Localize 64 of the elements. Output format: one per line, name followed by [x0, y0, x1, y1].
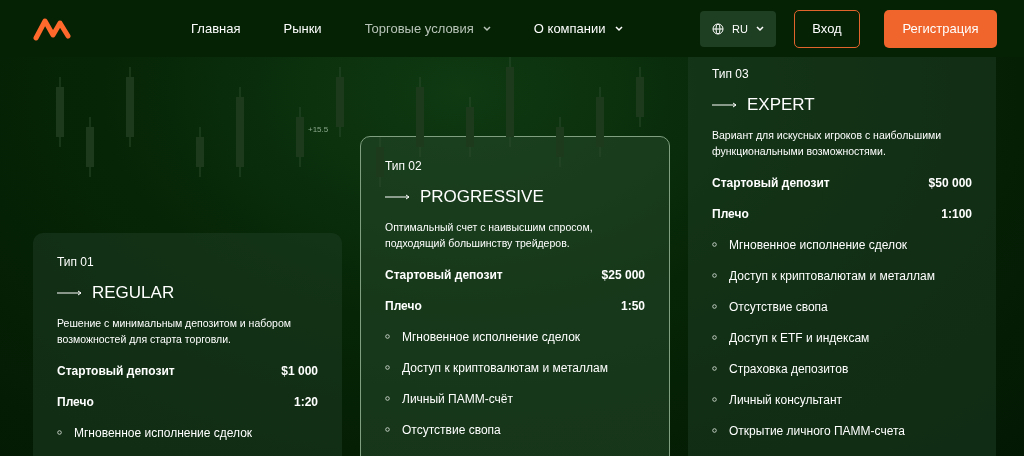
candlestick: [376, 136, 384, 187]
bullet-icon: [712, 242, 717, 247]
arrow-right-icon: [57, 290, 83, 296]
candlestick: [596, 86, 604, 158]
feature-text: Доступ к криптовалютам и металлам: [402, 360, 608, 375]
plan-type: Тип 03: [712, 67, 750, 81]
bullet-icon: [712, 428, 717, 433]
spec-label: Стартовый депозит: [712, 175, 830, 190]
spec-value: $25 000: [601, 267, 645, 282]
feature-text: Доступ к ETF и индексам: [729, 330, 870, 345]
plan-description: Решение с минимальным депозитом и набором возможностей для старта торговли.: [57, 316, 292, 347]
feature-text: Личный консультант: [729, 392, 842, 407]
feature-text: Личный ПАММ-счёт: [402, 391, 514, 406]
feature-text: Отсутствие свопа: [402, 422, 501, 437]
feature-text: Мгновенное исполнение сделок: [402, 329, 581, 344]
bullet-icon: [712, 304, 717, 309]
price-label: +15.5: [308, 125, 329, 134]
candlestick: [556, 116, 564, 168]
bullet-icon: [712, 335, 717, 340]
feature-text: Отсутствие свопа: [729, 299, 828, 314]
bullet-icon: [57, 430, 62, 435]
spec-label: Плечо: [385, 298, 422, 313]
bullet-icon: [712, 397, 717, 402]
spec-value: 1:20: [293, 394, 318, 409]
spec-label: Стартовый депозит: [57, 363, 175, 378]
logo-icon: [33, 15, 71, 42]
plan-description: Оптимальный счет с наивысшим спросом, подходящий большинству трейдеров.: [385, 220, 594, 251]
arrow-right-icon: [385, 194, 411, 200]
feature-text: Открытие личного ПАММ-счета: [729, 423, 905, 438]
bullet-icon: [385, 365, 390, 370]
plan-name: EXPERT: [747, 95, 815, 115]
arrow-right-icon: [712, 102, 738, 108]
spec-value: 1:50: [620, 298, 645, 313]
spec-label: Плечо: [712, 206, 749, 221]
plan-name: REGULAR: [92, 283, 175, 303]
candlestick: [466, 96, 474, 158]
bullet-icon: [385, 334, 390, 339]
spec-value: 1:100: [941, 206, 972, 221]
language-selector[interactable]: RU: [700, 10, 776, 47]
plan-name: PROGRESSIVE: [420, 187, 544, 207]
nav-link[interactable]: Торговые условия: [364, 21, 491, 36]
login-button[interactable]: Вход: [794, 9, 860, 48]
candlestick: [56, 76, 64, 148]
bullet-icon: [712, 273, 717, 278]
feature-text: Мгновенное исполнение сделок: [74, 425, 253, 440]
plan-type: Тип 01: [57, 255, 95, 269]
nav-link[interactable]: Главная: [191, 21, 241, 36]
plan-type: Тип 02: [385, 159, 423, 173]
bullet-icon: [385, 396, 390, 401]
plan-description: Вариант для искусных игроков с наибольшими функциональными возможностями.: [712, 128, 943, 159]
globe-icon: [712, 22, 725, 35]
nav-link[interactable]: О компании: [533, 21, 623, 36]
bullet-icon: [712, 366, 717, 371]
feature-text: Доступ к криптовалютам и металлам: [729, 268, 935, 283]
candlestick: [86, 116, 94, 178]
feature-text: Страховка депозитов: [729, 361, 849, 376]
spec-value: $1 000: [281, 363, 318, 378]
bullet-icon: [385, 427, 390, 432]
feature-text: Мгновенное исполнение сделок: [729, 237, 908, 252]
nav-link[interactable]: Рынки: [283, 21, 322, 36]
chevron-down-icon: [756, 25, 764, 32]
spec-value: $50 000: [928, 175, 972, 190]
spec-label: Плечо: [57, 394, 94, 409]
spec-label: Стартовый депозит: [385, 267, 503, 282]
